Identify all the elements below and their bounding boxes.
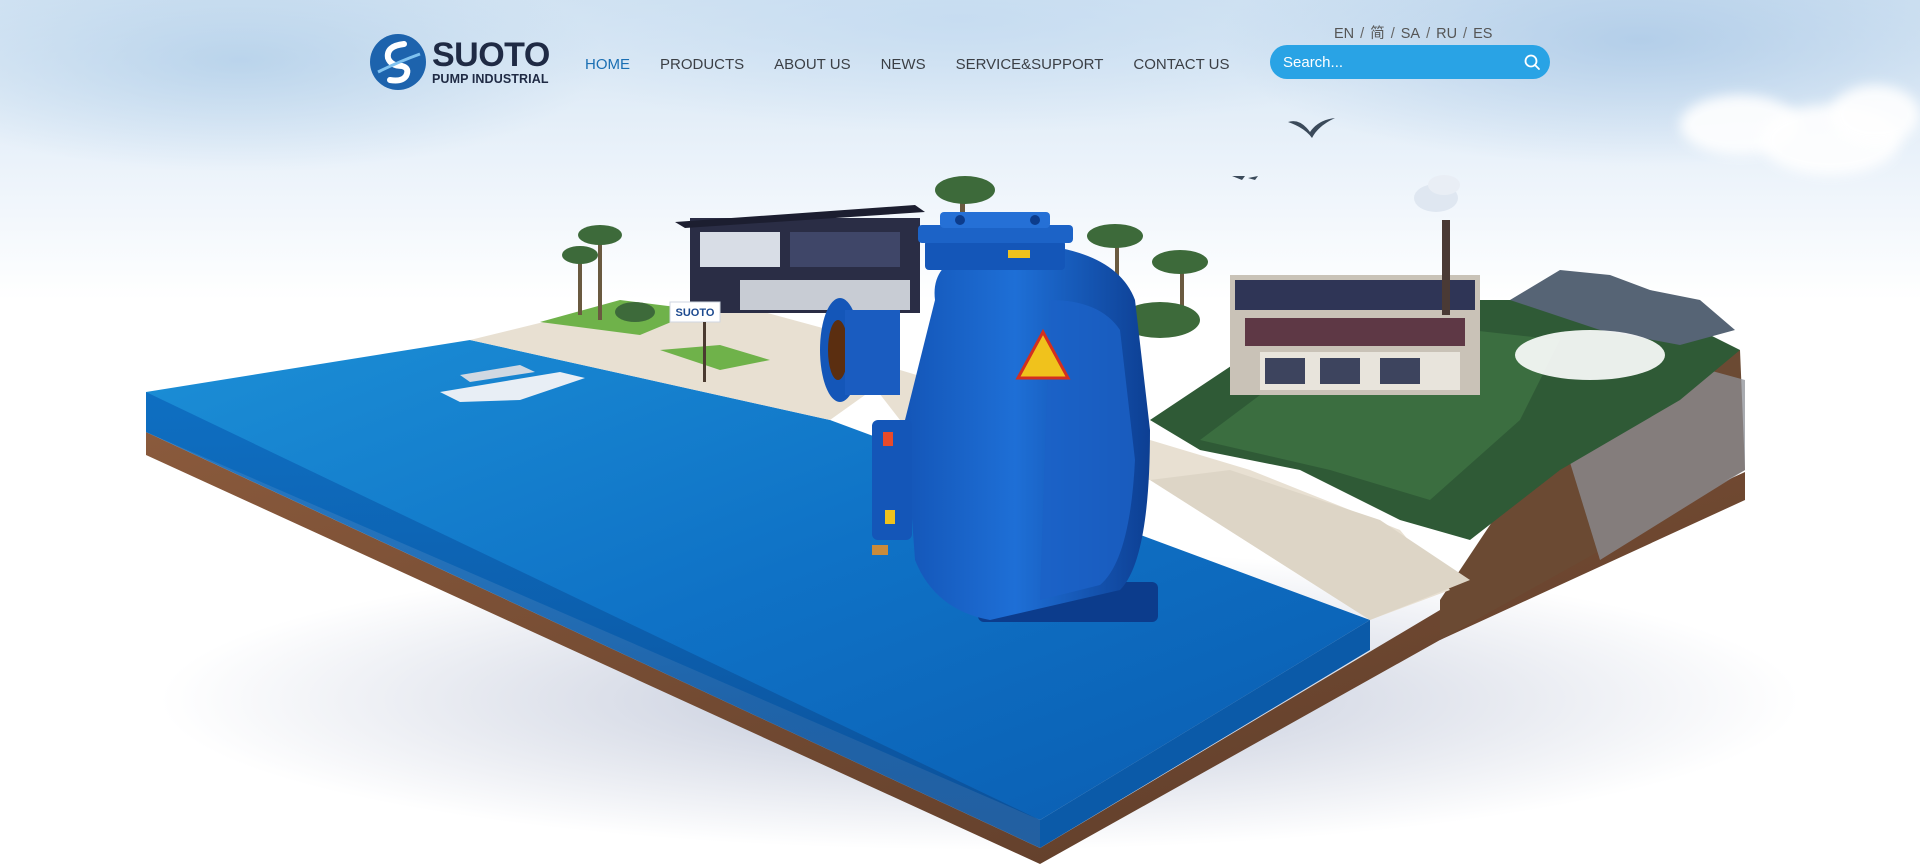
search-button[interactable] [1514, 45, 1550, 79]
language-switcher: EN / 简 / SA / RU / ES [1334, 22, 1492, 43]
lang-es[interactable]: ES [1473, 26, 1492, 42]
lang-separator: / [1463, 26, 1468, 42]
sign-text: SUOTO [676, 307, 715, 319]
hero-illustration: SUOTO [146, 118, 1800, 864]
lang-separator: / [1360, 26, 1365, 42]
nav-contact-us[interactable]: CONTACT US [1133, 56, 1229, 73]
lang-separator: / [1390, 26, 1395, 42]
logo-wordmark: SUOTO PUMP INDUSTRIAL [432, 38, 550, 86]
nav-service-support[interactable]: SERVICE&SUPPORT [956, 56, 1104, 73]
lang-separator: / [1426, 26, 1431, 42]
logo-tagline: PUMP INDUSTRIAL [432, 72, 549, 87]
search-input[interactable] [1270, 44, 1514, 80]
lang-zh[interactable]: 简 [1370, 26, 1385, 42]
site-logo[interactable]: SUOTO PUMP INDUSTRIAL [368, 31, 553, 93]
lang-sa[interactable]: SA [1401, 26, 1420, 42]
nav-products[interactable]: PRODUCTS [660, 56, 744, 73]
nav-home[interactable]: HOME [585, 56, 630, 73]
search-icon [1524, 54, 1540, 70]
nav-news[interactable]: NEWS [881, 56, 926, 73]
logo-name: SUOTO [432, 36, 550, 75]
search-bar [1270, 44, 1550, 80]
main-nav: HOME PRODUCTS ABOUT US NEWS SERVICE&SUPP… [585, 56, 1260, 73]
lang-ru[interactable]: RU [1436, 26, 1457, 42]
lang-en[interactable]: EN [1334, 26, 1354, 42]
logo-emblem-icon [370, 34, 426, 90]
nav-about-us[interactable]: ABOUT US [774, 56, 850, 73]
